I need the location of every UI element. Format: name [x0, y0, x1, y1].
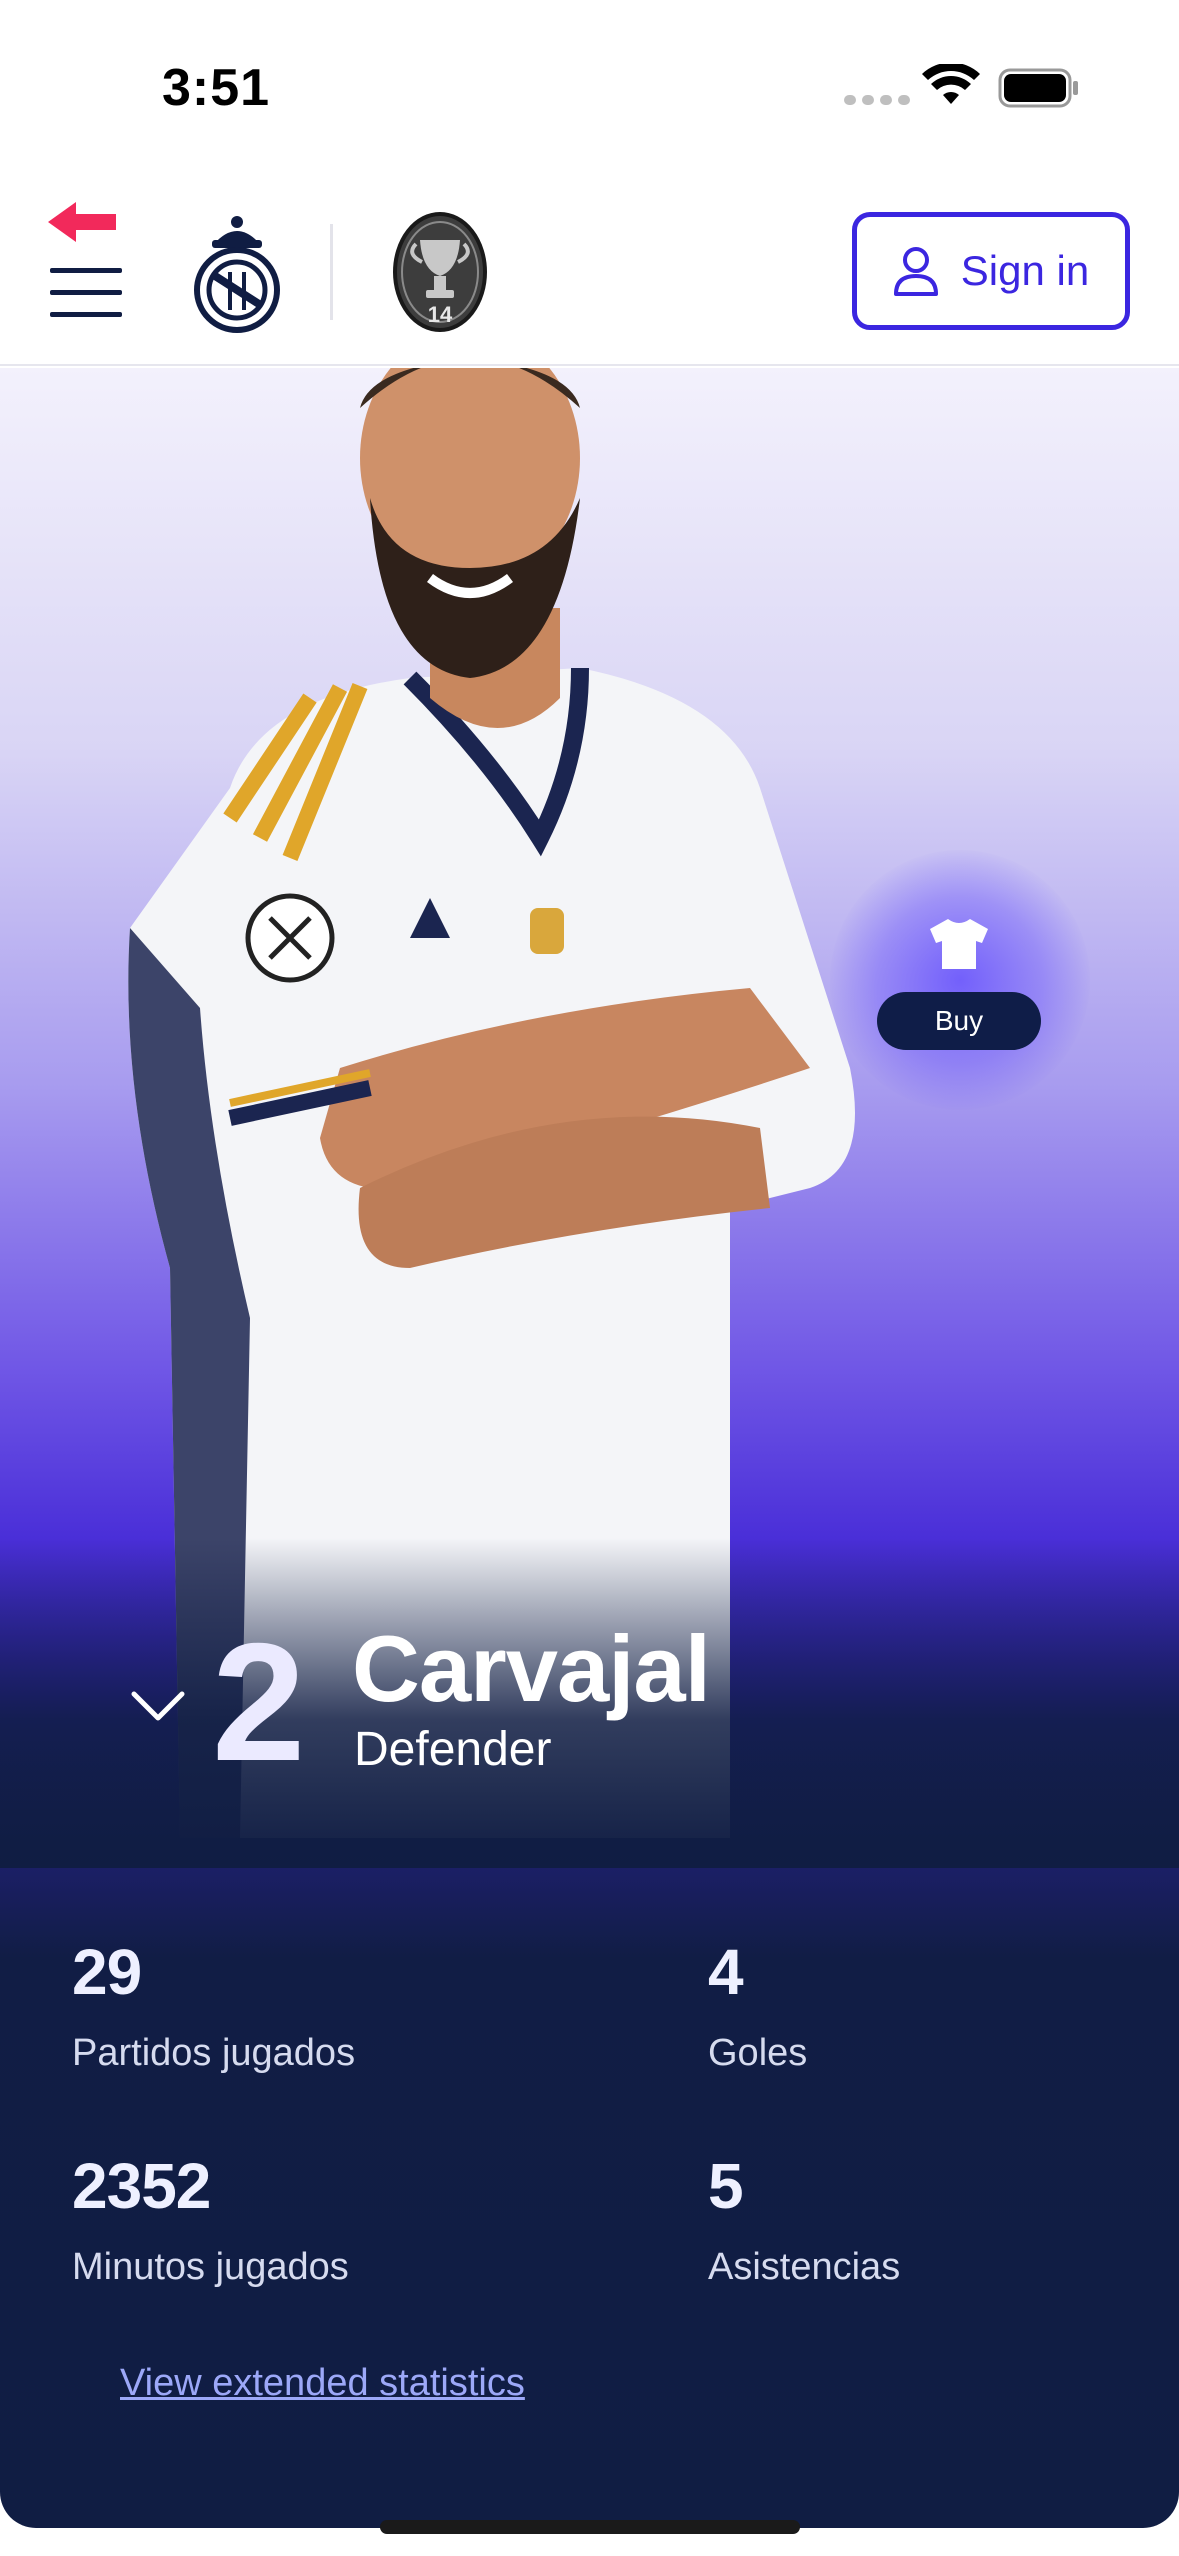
home-indicator[interactable] — [380, 2520, 800, 2534]
champions-league-14-badge[interactable]: 14 — [392, 210, 488, 334]
sign-in-label: Sign in — [960, 247, 1090, 294]
sign-in-button[interactable]: Sign in — [852, 212, 1130, 330]
wifi-icon — [922, 64, 980, 104]
signal-dots-icon — [844, 95, 910, 105]
stat-label: Asistencias — [708, 2246, 901, 2288]
club-crest-icon[interactable] — [192, 210, 282, 334]
stat-matches-played: 29 Partidos jugados — [72, 1940, 355, 2072]
stat-value: 5 — [708, 2150, 744, 2222]
menu-button[interactable] — [44, 200, 130, 317]
buy-button[interactable]: Buy — [877, 992, 1041, 1050]
player-profile-screen: 3:51 14 Sign in Buy 2 Carvajal Defender … — [0, 0, 1179, 2556]
stat-value: 2352 — [72, 2150, 211, 2222]
view-extended-statistics-link[interactable]: View extended statistics — [120, 2362, 525, 2405]
ucl-badge-number: 14 — [428, 302, 453, 327]
stat-goals: 4 Goles — [708, 1940, 807, 2072]
header-divider — [330, 224, 333, 320]
status-bar: 3:51 — [0, 0, 1179, 170]
battery-icon — [998, 68, 1078, 108]
stat-assists: 5 Asistencias — [708, 2154, 900, 2286]
player-position: Defender — [354, 1723, 552, 1776]
stat-minutes-played: 2352 Minutos jugados — [72, 2154, 349, 2286]
user-icon — [893, 247, 938, 296]
app-header: 14 Sign in — [0, 170, 1179, 366]
status-time: 3:51 — [162, 59, 271, 117]
hamburger-menu-icon[interactable] — [50, 268, 122, 330]
buy-glow — [830, 850, 1090, 1110]
player-hero: Buy 2 Carvajal Defender 29 Partidos juga… — [0, 368, 1179, 2528]
stat-value: 29 — [72, 1936, 142, 2008]
player-name: Carvajal — [352, 1616, 711, 1721]
stat-value: 4 — [708, 1936, 744, 2008]
shirt-icon[interactable] — [928, 917, 990, 971]
player-number: 2 — [212, 1608, 305, 1796]
back-arrow-icon[interactable] — [44, 200, 120, 262]
stat-label: Goles — [708, 2032, 808, 2074]
stat-label: Partidos jugados — [72, 2032, 356, 2074]
stat-label: Minutos jugados — [72, 2246, 349, 2288]
chevron-down-icon[interactable] — [130, 1688, 186, 1724]
